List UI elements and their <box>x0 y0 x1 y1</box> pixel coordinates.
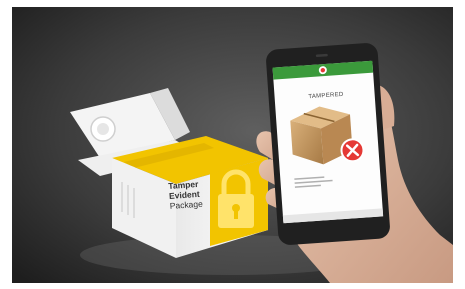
error-x-icon <box>340 138 365 163</box>
photo-scene <box>0 0 465 289</box>
package-label: Tamper Evident Package <box>168 179 203 211</box>
smartphone <box>266 43 390 245</box>
